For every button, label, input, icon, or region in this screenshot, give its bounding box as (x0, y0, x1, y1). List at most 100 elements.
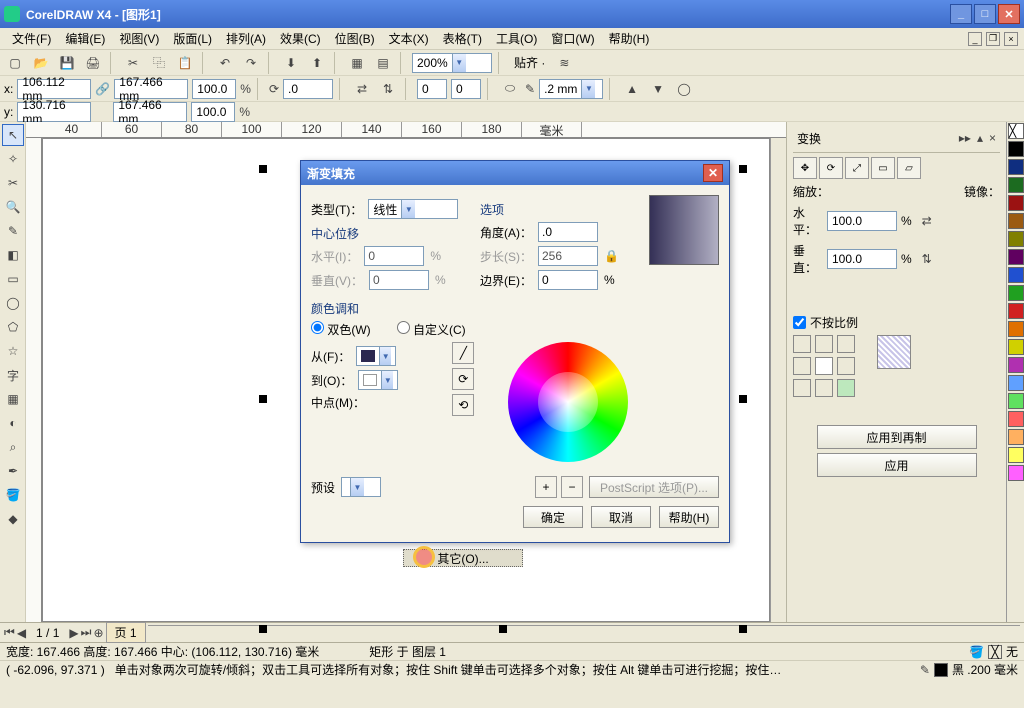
table-tool[interactable]: ▦ (2, 388, 24, 410)
smartfill-tool[interactable]: ◧ (2, 244, 24, 266)
vert-input[interactable]: 100.0 (827, 249, 897, 269)
color-swatch[interactable] (1008, 447, 1024, 463)
shape-tool[interactable]: ✧ (2, 148, 24, 170)
collapse-icon[interactable]: ▸▸ (959, 131, 971, 145)
to-color[interactable]: ▼ (358, 370, 398, 390)
mirror-h-icon[interactable]: ⇄ (351, 78, 373, 100)
color-swatch[interactable] (1008, 429, 1024, 445)
menu-window[interactable]: 窗口(W) (545, 28, 600, 49)
h-field[interactable]: 167.466 mm (113, 102, 187, 122)
angle-input[interactable] (538, 222, 598, 242)
mirror-h-button[interactable]: ⇄ (916, 210, 938, 232)
basicshape-tool[interactable]: ☆ (2, 340, 24, 362)
dialog-close-button[interactable]: ✕ (703, 164, 723, 182)
menu-layout[interactable]: 版面(L) (167, 28, 218, 49)
undo-icon[interactable]: ↶ (214, 52, 236, 74)
y-field[interactable]: 130.716 mm (17, 102, 91, 122)
color-swatch[interactable] (1008, 339, 1024, 355)
fill-indicator-icon[interactable]: 🪣 (969, 645, 984, 659)
corner-field2[interactable]: 0 (451, 79, 481, 99)
color-swatch[interactable] (1008, 303, 1024, 319)
new-icon[interactable]: ▢ (4, 52, 26, 74)
mirror-v-icon[interactable]: ⇅ (377, 78, 399, 100)
maximize-button[interactable]: □ (974, 4, 996, 24)
color-swatch[interactable] (1008, 411, 1024, 427)
chevron-down-icon[interactable]: ▼ (581, 80, 595, 98)
color-swatch[interactable] (1008, 375, 1024, 391)
zoom-combo[interactable]: 200% ▼ (412, 53, 492, 73)
ok-button[interactable]: 确定 (523, 506, 583, 528)
snap-label[interactable]: 贴齐 · (510, 54, 549, 71)
color-swatch[interactable] (1008, 231, 1024, 247)
from-color[interactable]: ▼ (356, 346, 396, 366)
round-corner-icon[interactable]: ⬭ (499, 78, 521, 100)
menu-view[interactable]: 视图(V) (113, 28, 165, 49)
scrollbar-v[interactable] (770, 138, 786, 622)
lock-icon[interactable]: 🔗 (95, 82, 110, 96)
menu-text[interactable]: 文本(X) (383, 28, 435, 49)
lock-icon[interactable]: 🔒 (604, 249, 619, 263)
sy-field[interactable]: 100.0 (191, 102, 235, 122)
rectangle-tool[interactable]: ▭ (2, 268, 24, 290)
close-docker-icon[interactable]: × (989, 131, 996, 145)
w-field[interactable]: 167.466 mm (114, 79, 188, 99)
anchor-grid[interactable] (793, 335, 855, 397)
menu-edit[interactable]: 编辑(E) (59, 28, 111, 49)
tab-size-icon[interactable]: ▭ (871, 157, 895, 179)
x-field[interactable]: 106.112 mm (17, 79, 91, 99)
export-icon[interactable]: ⬆ (306, 52, 328, 74)
first-page-icon[interactable]: ⏮ (4, 625, 15, 640)
rot-field[interactable]: .0 (283, 79, 333, 99)
tab-position-icon[interactable]: ✥ (793, 157, 817, 179)
chevron-down-icon[interactable]: ▼ (452, 54, 466, 72)
preset-combo[interactable]: ▼ (341, 477, 381, 497)
text-tool[interactable]: 字 (2, 364, 24, 386)
zoom-tool[interactable]: 🔍 (2, 196, 24, 218)
apply-button[interactable]: 应用 (817, 453, 977, 477)
color-swatch[interactable] (1008, 321, 1024, 337)
color-swatch[interactable] (1008, 465, 1024, 481)
save-icon[interactable]: 💾 (56, 52, 78, 74)
mdi-min-icon[interactable]: _ (968, 32, 982, 46)
ellipse-tool[interactable]: ◯ (2, 292, 24, 314)
eyedropper-tool[interactable]: ⌕ (2, 436, 24, 458)
menu-arrange[interactable]: 排列(A) (220, 28, 272, 49)
welcome-icon[interactable]: ▤ (372, 52, 394, 74)
mirror-v-button[interactable]: ⇅ (916, 248, 938, 270)
cut-icon[interactable]: ✂ (122, 52, 144, 74)
add-page-icon[interactable]: ⊕ (93, 626, 103, 640)
menu-table[interactable]: 表格(T) (437, 28, 488, 49)
import-icon[interactable]: ⬇ (280, 52, 302, 74)
print-icon[interactable]: 🖨 (82, 52, 104, 74)
type-combo[interactable]: 线性 ▼ (368, 199, 458, 219)
color-swatch[interactable] (1008, 177, 1024, 193)
horiz-input[interactable]: 100.0 (827, 211, 897, 231)
sx-field[interactable]: 100.0 (192, 79, 236, 99)
direct-path-icon[interactable]: ╱ (452, 342, 474, 364)
color-swatch[interactable] (1008, 285, 1024, 301)
redo-icon[interactable]: ↷ (240, 52, 262, 74)
menu-bitmap[interactable]: 位图(B) (329, 28, 381, 49)
color-swatch[interactable] (1008, 249, 1024, 265)
chevron-down-icon[interactable]: ▼ (401, 200, 415, 218)
add-preset-icon[interactable]: + (535, 476, 557, 498)
menu-help[interactable]: 帮助(H) (603, 28, 656, 49)
minimize-button[interactable]: _ (950, 4, 972, 24)
to-back-icon[interactable]: ▼ (647, 78, 669, 100)
outline-indicator-icon[interactable]: ✎ (920, 663, 930, 677)
color-wheel[interactable] (508, 342, 628, 462)
close-button[interactable]: ✕ (998, 4, 1020, 24)
outline-tool[interactable]: ✒ (2, 460, 24, 482)
next-page-icon[interactable]: ▶ (69, 626, 78, 640)
polygon-tool[interactable]: ⬠ (2, 316, 24, 338)
menu-effects[interactable]: 效果(C) (274, 28, 327, 49)
color-swatch[interactable] (1008, 393, 1024, 409)
remove-preset-icon[interactable]: − (561, 476, 583, 498)
open-icon[interactable]: 📂 (30, 52, 52, 74)
apply-copy-button[interactable]: 应用到再制 (817, 425, 977, 449)
color-swatch[interactable] (1008, 267, 1024, 283)
cw-path-icon[interactable]: ⟳ (452, 368, 474, 390)
no-fill-swatch[interactable]: ╳ (1008, 123, 1024, 139)
expand-icon[interactable]: ▴ (977, 131, 983, 145)
pick-tool[interactable]: ↖ (2, 124, 24, 146)
